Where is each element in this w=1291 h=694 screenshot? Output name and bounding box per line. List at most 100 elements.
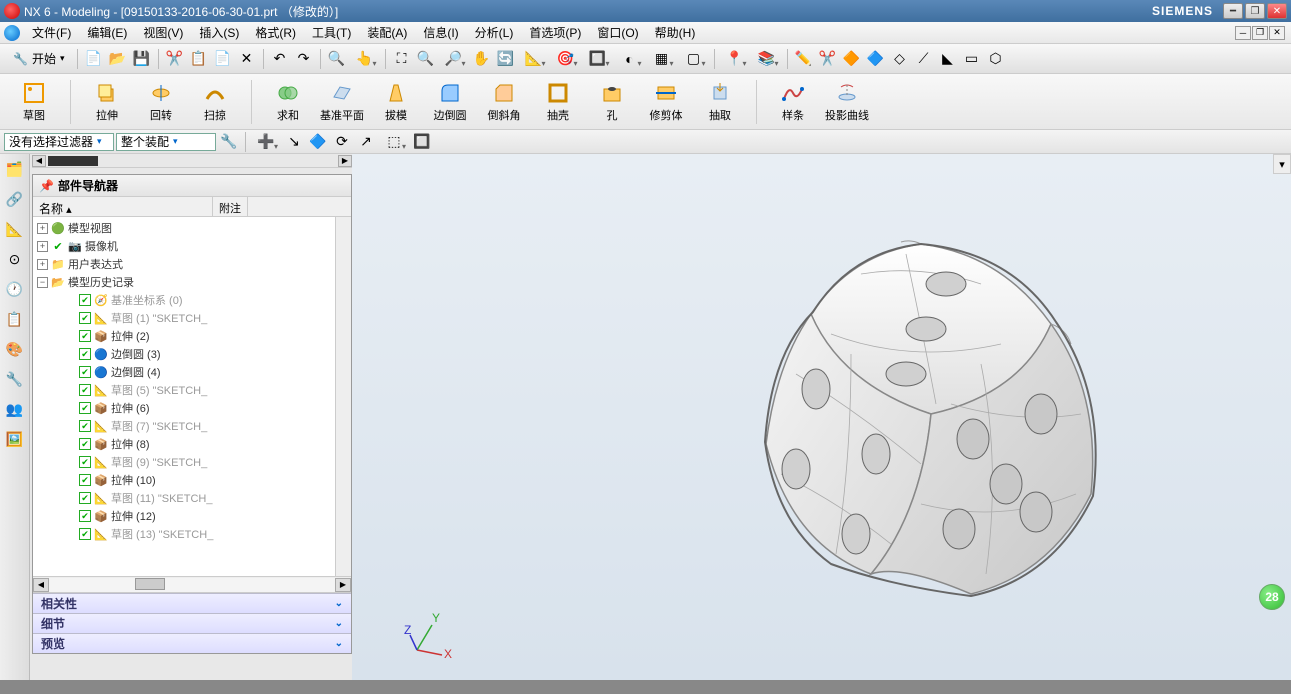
tree-feature-item[interactable]: ✔📐草图 (9) "SKETCH_ [33, 453, 335, 471]
menu-analysis[interactable]: 分析(L) [467, 22, 522, 43]
close-button[interactable]: ✕ [1267, 3, 1287, 19]
menu-window[interactable]: 窗口(O) [589, 22, 646, 43]
menu-format[interactable]: 格式(R) [247, 22, 304, 43]
graphics-viewport[interactable]: ▾ [352, 154, 1291, 680]
tab-scroll-right[interactable]: ▶ [338, 155, 352, 167]
tree-feature-item[interactable]: ✔🔵边倒圆 (4) [33, 363, 335, 381]
make-corner-button[interactable]: ◇ [889, 48, 911, 70]
tree-history[interactable]: −📂 模型历史记录 [33, 273, 335, 291]
extract-button[interactable]: 抽取 [696, 77, 744, 127]
trim-body-button[interactable]: 修剪体 [642, 77, 690, 127]
checkbox-icon[interactable]: ✔ [79, 294, 91, 306]
redo-button[interactable]: ↷ [293, 48, 315, 70]
sweep-button[interactable]: 扫掠 [191, 77, 239, 127]
shaded-button[interactable]: ◐ [615, 48, 645, 70]
undo-button[interactable]: ↶ [269, 48, 291, 70]
rotate-button[interactable]: 🔄 [495, 48, 517, 70]
checkbox-icon[interactable]: ✔ [79, 312, 91, 324]
checkbox-icon[interactable]: ✔ [79, 366, 91, 378]
sel-tool4-button[interactable]: ↗ [355, 131, 377, 153]
assembly-navigator-tab[interactable]: 🔗 [4, 188, 26, 210]
col-note[interactable]: 附注 [213, 197, 248, 216]
wireframe-button[interactable]: ▦ [647, 48, 677, 70]
menu-preferences[interactable]: 首选项(P) [521, 22, 589, 43]
tab-scroll-left[interactable]: ◀ [32, 155, 46, 167]
wcs-button[interactable]: 📍 [720, 48, 750, 70]
mdi-restore-button[interactable]: ❐ [1252, 26, 1268, 40]
history-tab[interactable]: 🕐 [4, 278, 26, 300]
checkbox-icon[interactable]: ✔ [79, 474, 91, 486]
system-tab[interactable]: 🔧 [4, 368, 26, 390]
col-name[interactable]: 名称 ▴ [33, 197, 213, 216]
chamfer-tb-button[interactable]: ◣ [937, 48, 959, 70]
extrude-button[interactable]: 拉伸 [83, 77, 131, 127]
menu-file[interactable]: 文件(F) [24, 22, 79, 43]
checkbox-icon[interactable]: ✔ [79, 510, 91, 522]
pan-button[interactable]: ✋ [471, 48, 493, 70]
tree-feature-item[interactable]: ✔📦拉伸 (12) [33, 507, 335, 525]
section-dependency[interactable]: 相关性⌄ [33, 593, 351, 613]
command-finder-button[interactable]: 🔍 [326, 48, 348, 70]
mdi-minimize-button[interactable]: ─ [1235, 26, 1251, 40]
zoom-region-button[interactable]: 🔎 [439, 48, 469, 70]
assembly-filter-combo[interactable]: 整个装配 [116, 133, 216, 151]
section-preview[interactable]: 预览⌄ [33, 633, 351, 653]
copy-button[interactable]: 📋 [188, 48, 210, 70]
checkbox-icon[interactable]: ✔ [79, 456, 91, 468]
viewport-options-button[interactable]: ▾ [1273, 154, 1291, 174]
tree-feature-item[interactable]: ✔📐草图 (7) "SKETCH_ [33, 417, 335, 435]
tree-feature-item[interactable]: ✔📦拉伸 (2) [33, 327, 335, 345]
menu-tools[interactable]: 工具(T) [304, 22, 359, 43]
hscroll-thumb[interactable] [135, 578, 165, 590]
checkbox-icon[interactable]: ✔ [79, 330, 91, 342]
start-button[interactable]: 🔧 开始 ▾ [6, 47, 72, 70]
tree-feature-item[interactable]: ✔🔵边倒圆 (3) [33, 345, 335, 363]
zoom-button[interactable]: 🔍 [415, 48, 437, 70]
cut-button[interactable]: ✂️ [164, 48, 186, 70]
tree-feature-item[interactable]: ✔🧭基准坐标系 (0) [33, 291, 335, 309]
constraint-navigator-tab[interactable]: 📐 [4, 218, 26, 240]
menu-edit[interactable]: 编辑(E) [79, 22, 135, 43]
shell-button[interactable]: 抽壳 [534, 77, 582, 127]
draft-button[interactable]: 拔模 [372, 77, 420, 127]
perspective-button[interactable]: 🎯 [551, 48, 581, 70]
tree-feature-item[interactable]: ✔📦拉伸 (6) [33, 399, 335, 417]
checkbox-icon[interactable]: ✔ [79, 528, 91, 540]
delete-button[interactable]: ✕ [236, 48, 258, 70]
section-details[interactable]: 细节⌄ [33, 613, 351, 633]
tree-hscroll[interactable]: ◀ ▶ [33, 576, 351, 592]
tree-cameras[interactable]: +✔📷 摄像机 [33, 237, 335, 255]
selection-filter-combo[interactable]: 没有选择过滤器 [4, 133, 114, 151]
edit-section-button[interactable]: ✏️ [793, 48, 815, 70]
open-button[interactable]: 📂 [107, 48, 129, 70]
selection-scope-button[interactable]: ➕ [251, 131, 281, 153]
quick-trim-button[interactable]: 🔶 [841, 48, 863, 70]
sel-tool3-button[interactable]: ⟳ [331, 131, 353, 153]
tree-feature-item[interactable]: ✔📦拉伸 (10) [33, 471, 335, 489]
unite-button[interactable]: 求和 [264, 77, 312, 127]
background-button[interactable]: ▢ [679, 48, 709, 70]
tree-feature-item[interactable]: ✔📐草图 (1) "SKETCH_ [33, 309, 335, 327]
checkbox-icon[interactable]: ✔ [79, 438, 91, 450]
menu-help[interactable]: 帮助(H) [647, 22, 704, 43]
tree-feature-item[interactable]: ✔📐草图 (11) "SKETCH_ [33, 489, 335, 507]
new-button[interactable]: 📄 [83, 48, 105, 70]
part-navigator-tab[interactable]: 🗂️ [4, 158, 26, 180]
hscroll-left[interactable]: ◀ [33, 578, 49, 592]
checkbox-icon[interactable]: ✔ [79, 402, 91, 414]
tree-vscroll[interactable] [335, 217, 351, 576]
checkbox-icon[interactable]: ✔ [79, 348, 91, 360]
revolve-button[interactable]: 回转 [137, 77, 185, 127]
hole-button[interactable]: 孔 [588, 77, 636, 127]
web-browser-tab[interactable]: 👥 [4, 398, 26, 420]
tab-scroll-thumb[interactable] [48, 156, 98, 166]
tree-feature-item[interactable]: ✔📦拉伸 (8) [33, 435, 335, 453]
hscroll-right[interactable]: ▶ [335, 578, 351, 592]
menu-view[interactable]: 视图(V) [135, 22, 191, 43]
orient-view-button[interactable]: 📐 [519, 48, 549, 70]
menu-insert[interactable]: 插入(S) [191, 22, 247, 43]
pin-icon[interactable]: 📌 [39, 179, 54, 193]
polygon-button[interactable]: ⬡ [985, 48, 1007, 70]
image-tab[interactable]: 🖼️ [4, 428, 26, 450]
trim-curve-button[interactable]: ✂️ [817, 48, 839, 70]
